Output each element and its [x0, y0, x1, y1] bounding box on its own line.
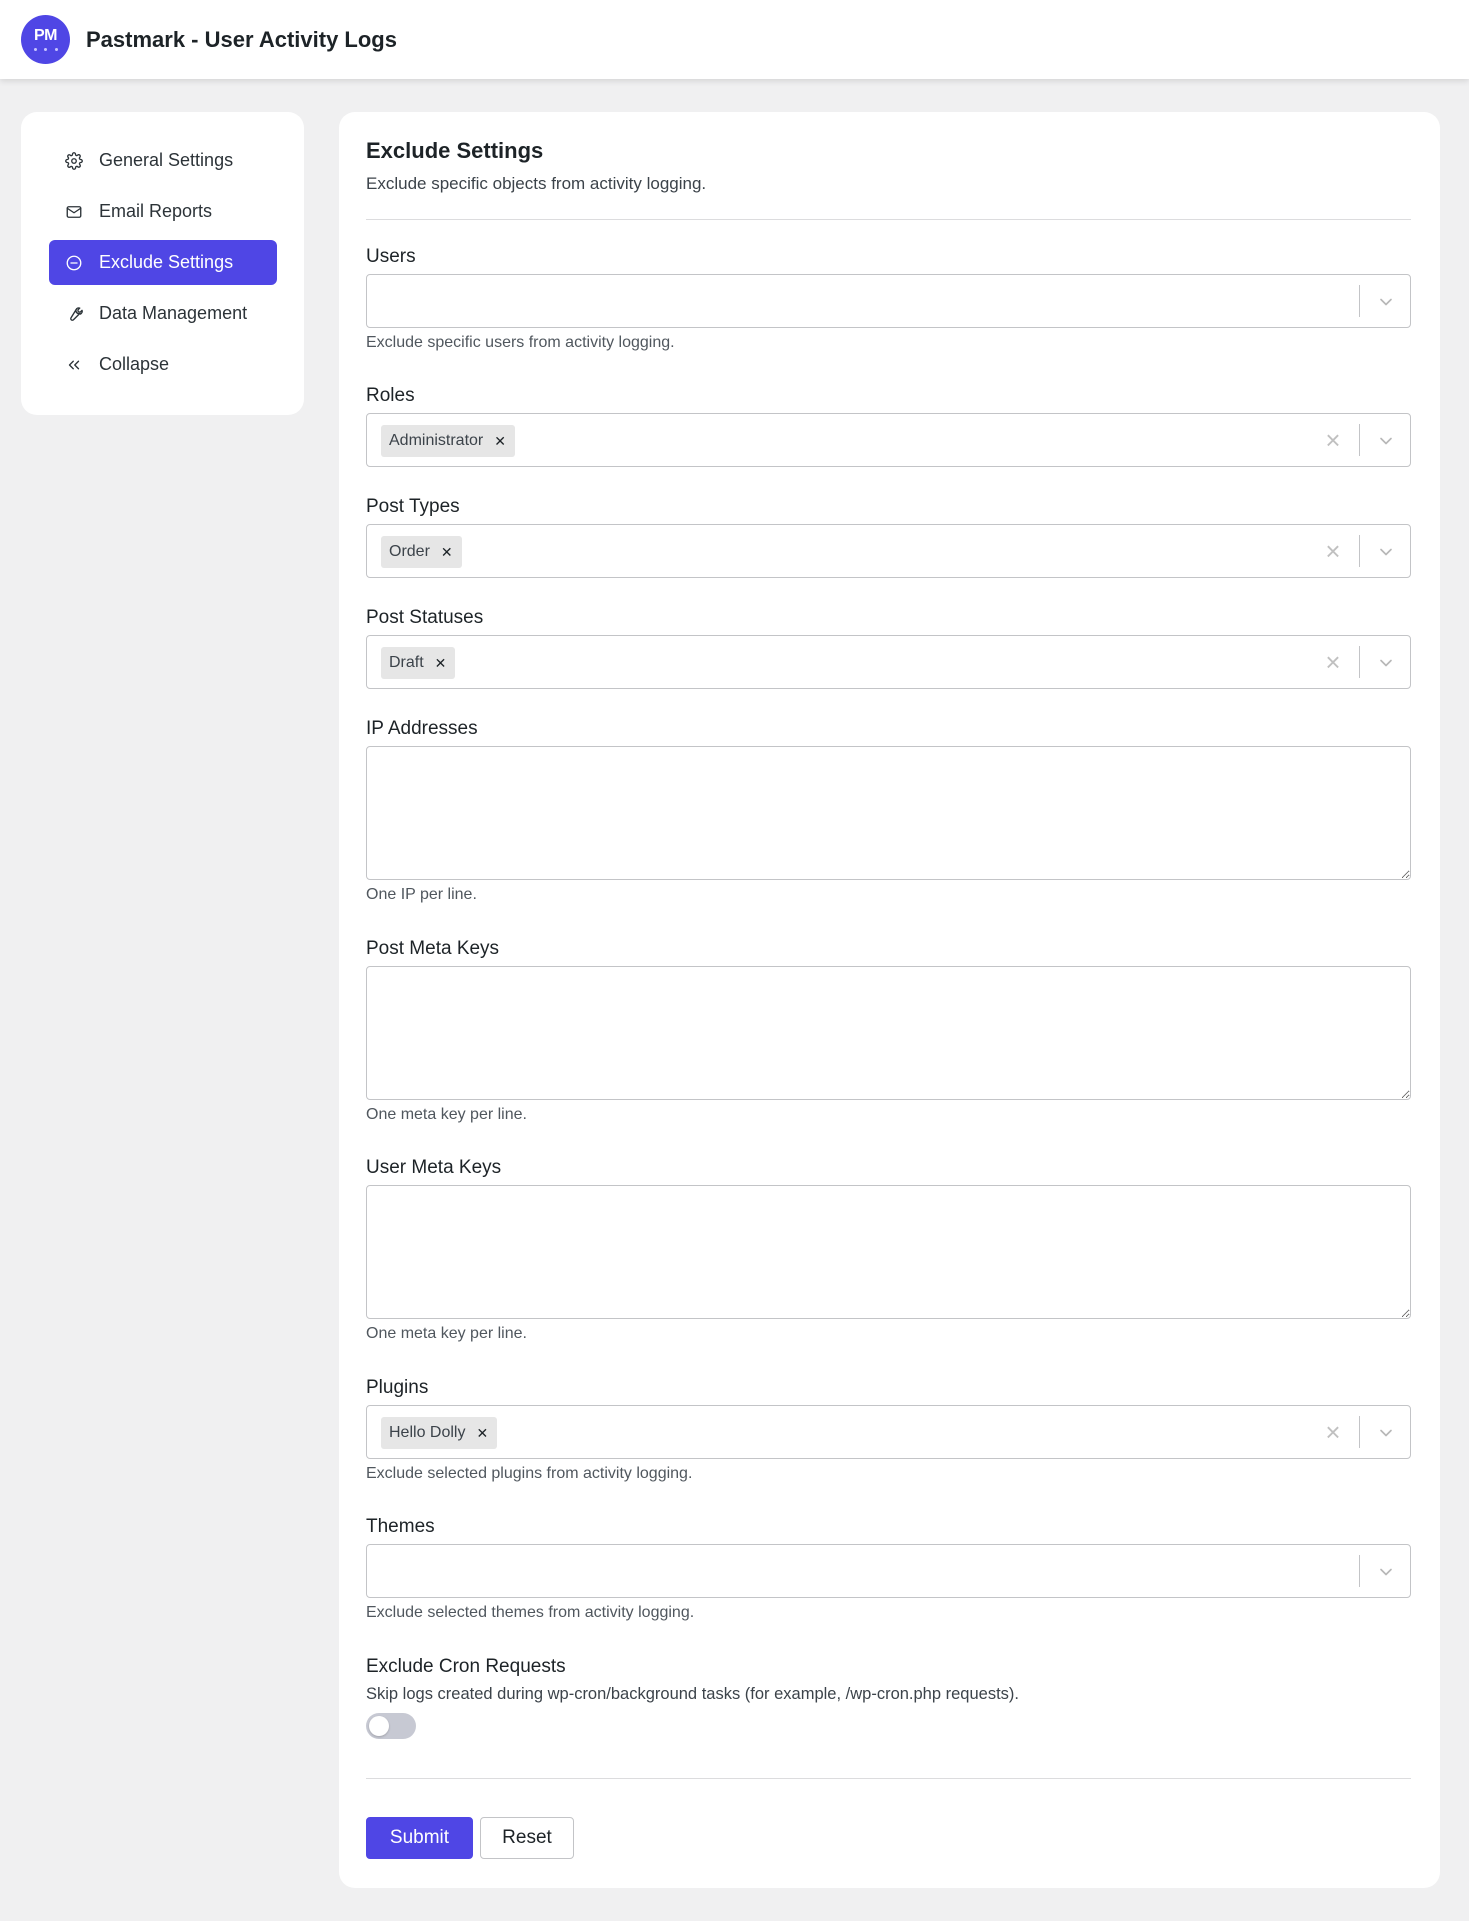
post-meta-keys-label: Post Meta Keys [366, 938, 500, 959]
selected-tag: Draft ✕ [381, 647, 456, 679]
mail-icon [65, 203, 83, 221]
app-title: Pastmark - User Activity Logs [86, 26, 397, 52]
app-logo: PM [21, 15, 70, 64]
user-meta-keys-textarea[interactable] [366, 1185, 1411, 1319]
toggle-knob [369, 1716, 389, 1736]
users-select[interactable] [366, 274, 1411, 328]
wrench-icon [65, 305, 83, 323]
tag-label: Administrator [389, 432, 484, 449]
themes-help: Exclude selected themes from activity lo… [366, 1604, 695, 1621]
tag-label: Hello Dolly [389, 1424, 466, 1441]
footer-divider [366, 1778, 1411, 1779]
tag-label: Order [389, 543, 430, 560]
page-title: Exclude Settings [366, 138, 544, 163]
sidebar-item-collapse[interactable]: Collapse [49, 342, 277, 387]
clear-icon[interactable]: × [1322, 427, 1344, 453]
clear-icon[interactable]: × [1322, 1419, 1344, 1445]
exclude-cron-toggle[interactable] [366, 1713, 416, 1739]
chevron-down-icon[interactable] [1376, 431, 1396, 451]
sidebar-item-exclude-settings[interactable]: Exclude Settings [49, 240, 277, 285]
remove-tag-icon[interactable]: ✕ [476, 1425, 488, 1442]
users-label: Users [366, 246, 416, 267]
chevrons-left-icon [65, 356, 83, 374]
page-subtitle: Exclude specific objects from activity l… [366, 174, 707, 193]
plugins-help: Exclude selected plugins from activity l… [366, 1465, 693, 1482]
select-separator [1359, 1555, 1360, 1587]
post-types-select[interactable]: Order ✕ × [366, 524, 1411, 578]
roles-select[interactable]: Administrator ✕ × [366, 413, 1411, 467]
selected-tag: Hello Dolly ✕ [381, 1417, 498, 1449]
users-help: Exclude specific users from activity log… [366, 334, 675, 351]
ip-addresses-help: One IP per line. [366, 886, 477, 903]
sidebar-item-data-management[interactable]: Data Management [49, 291, 277, 336]
sidebar: General Settings Email Reports Exclude S… [21, 112, 304, 415]
sidebar-item-email-reports[interactable]: Email Reports [49, 189, 277, 234]
chevron-down-icon[interactable] [1376, 542, 1396, 562]
sidebar-item-general-settings[interactable]: General Settings [49, 138, 277, 183]
post-statuses-label: Post Statuses [366, 607, 484, 628]
submit-button[interactable]: Submit [366, 1817, 473, 1859]
remove-tag-icon[interactable]: ✕ [494, 433, 506, 450]
gear-icon [65, 151, 83, 170]
plugins-select[interactable]: Hello Dolly ✕ × [366, 1405, 1411, 1459]
post-types-label: Post Types [366, 496, 460, 517]
post-meta-keys-textarea[interactable] [366, 966, 1411, 1100]
chevron-down-icon[interactable] [1376, 292, 1396, 312]
exclude-cron-help: Skip logs created during wp-cron/backgro… [366, 1685, 1019, 1703]
logo-text: PM [34, 27, 58, 44]
remove-tag-icon[interactable]: ✕ [441, 544, 453, 561]
sidebar-item-label: General Settings [99, 150, 234, 170]
roles-label: Roles [366, 385, 415, 406]
sidebar-item-label: Exclude Settings [99, 252, 234, 272]
tag-label: Draft [389, 654, 424, 671]
reset-button[interactable]: Reset [480, 1817, 574, 1859]
post-meta-keys-help: One meta key per line. [366, 1106, 527, 1123]
header-divider [366, 219, 1411, 220]
user-meta-keys-label: User Meta Keys [366, 1157, 502, 1178]
remove-tag-icon[interactable]: ✕ [435, 655, 447, 672]
clear-icon[interactable]: × [1322, 538, 1344, 564]
selected-tag: Order ✕ [381, 536, 462, 568]
sidebar-item-label: Data Management [99, 303, 248, 323]
themes-label: Themes [366, 1516, 435, 1537]
ip-addresses-textarea[interactable] [366, 746, 1411, 880]
select-separator [1359, 646, 1360, 678]
settings-card: Exclude Settings Exclude specific object… [339, 112, 1440, 1888]
exclude-cron-label: Exclude Cron Requests [366, 1656, 566, 1677]
user-meta-keys-help: One meta key per line. [366, 1325, 527, 1342]
themes-select[interactable] [366, 1544, 1411, 1598]
clear-icon[interactable]: × [1322, 649, 1344, 675]
select-separator [1359, 1416, 1360, 1448]
sidebar-item-label: Collapse [99, 354, 170, 374]
selected-tag: Administrator ✕ [381, 425, 515, 457]
chevron-down-icon[interactable] [1376, 1423, 1396, 1443]
plugins-label: Plugins [366, 1377, 429, 1398]
sidebar-item-label: Email Reports [99, 201, 213, 221]
select-separator [1359, 285, 1360, 317]
top-bar: PM Pastmark - User Activity Logs [0, 0, 1469, 79]
ip-addresses-label: IP Addresses [366, 718, 478, 739]
minus-circle-icon [65, 254, 83, 272]
chevron-down-icon[interactable] [1376, 1562, 1396, 1582]
select-separator [1359, 535, 1360, 567]
chevron-down-icon[interactable] [1376, 653, 1396, 673]
post-statuses-select[interactable]: Draft ✕ × [366, 635, 1411, 689]
select-separator [1359, 424, 1360, 456]
